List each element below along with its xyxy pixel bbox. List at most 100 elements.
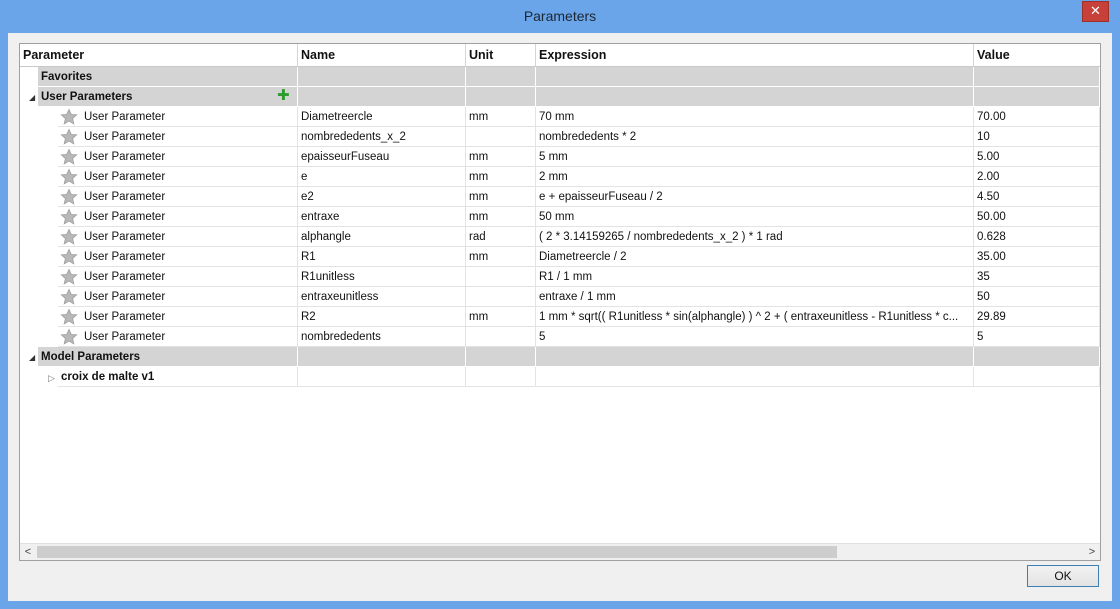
parameter-value: 5.00 xyxy=(974,147,1100,167)
parameter-value: 35 xyxy=(974,267,1100,287)
parameter-name[interactable]: R1 xyxy=(298,247,466,267)
parameter-unit[interactable]: mm xyxy=(466,187,536,207)
parameter-name[interactable]: Diametreercle xyxy=(298,107,466,127)
parameter-value: 70.00 xyxy=(974,107,1100,127)
expand-triangle-icon[interactable]: ▷ xyxy=(48,368,55,388)
parameter-name[interactable]: nombrededents xyxy=(298,327,466,347)
parameter-unit[interactable] xyxy=(466,267,536,287)
parameter-unit[interactable] xyxy=(466,127,536,147)
star-icon[interactable] xyxy=(60,268,78,286)
parameter-type: User Parameter xyxy=(84,211,166,223)
table-row[interactable]: User Parameter alphangle rad( 2 * 3.141592… xyxy=(20,227,1100,247)
star-icon[interactable] xyxy=(60,288,78,306)
parameter-expression[interactable]: 70 mm xyxy=(536,107,974,127)
parameter-unit[interactable]: mm xyxy=(466,207,536,227)
parameter-name[interactable]: alphangle xyxy=(298,227,466,247)
table-row[interactable]: User Parameter Diametreercle mm 70 mm 70.00 xyxy=(20,107,1100,127)
parameter-expression[interactable]: entraxe / 1 mm xyxy=(536,287,974,307)
table-row[interactable]: User Parameter nombrededents_x_2 nombreded… xyxy=(20,127,1100,147)
group-label-favorites: Favorites xyxy=(38,67,298,87)
table-row[interactable]: User Parameter R2 mm 1 mm * sqrt(( R1unitle… xyxy=(20,307,1100,327)
star-icon[interactable] xyxy=(60,328,78,346)
parameter-expression[interactable]: 5 mm xyxy=(536,147,974,167)
star-icon[interactable] xyxy=(60,308,78,326)
parameter-name[interactable]: e2 xyxy=(298,187,466,207)
parameter-expression[interactable]: nombrededents * 2 xyxy=(536,127,974,147)
parameter-name[interactable]: entraxe xyxy=(298,207,466,227)
ok-button[interactable]: OK xyxy=(1027,565,1099,587)
column-header-parameter[interactable]: Parameter xyxy=(20,44,298,66)
table-row[interactable]: User Parameter R1 mm Diametreercle / 2 35.00 xyxy=(20,247,1100,267)
parameter-name[interactable]: R1unitless xyxy=(298,267,466,287)
close-button[interactable]: ✕ xyxy=(1082,1,1109,22)
parameter-expression[interactable]: R1 / 1 mm xyxy=(536,267,974,287)
close-icon: ✕ xyxy=(1090,3,1101,18)
table-row[interactable]: User Parameter e2 mm e + epaisseurFuseau / … xyxy=(20,187,1100,207)
parameter-unit[interactable] xyxy=(466,287,536,307)
star-icon[interactable] xyxy=(60,228,78,246)
scrollbar-thumb[interactable] xyxy=(37,546,837,558)
table-row[interactable]: User Parameter R1unitless R1 / 1 mm 35 xyxy=(20,267,1100,287)
parameter-unit[interactable]: mm xyxy=(466,167,536,187)
parameter-expression[interactable]: 2 mm xyxy=(536,167,974,187)
collapse-triangle-icon[interactable]: ◢ xyxy=(29,348,35,368)
parameters-table: Parameter Name Unit Expression Value Fav… xyxy=(19,43,1101,561)
parameter-unit[interactable]: rad xyxy=(466,227,536,247)
dialog-body: Parameter Name Unit Expression Value Fav… xyxy=(8,33,1112,601)
add-parameter-icon[interactable]: ✚ xyxy=(277,87,290,105)
parameter-unit[interactable]: mm xyxy=(466,147,536,167)
parameter-type: User Parameter xyxy=(84,291,166,303)
star-icon[interactable] xyxy=(60,248,78,266)
parameter-type: User Parameter xyxy=(84,231,166,243)
scroll-right-icon[interactable]: > xyxy=(1084,544,1100,560)
group-row-favorites[interactable]: Favorites xyxy=(20,67,1100,87)
parameter-name[interactable]: e xyxy=(298,167,466,187)
column-header-name[interactable]: Name xyxy=(298,44,466,66)
parameter-unit[interactable]: mm xyxy=(466,107,536,127)
parameter-type: User Parameter xyxy=(84,271,166,283)
model-item-row[interactable]: ▷ croix de malte v1 xyxy=(20,367,1100,387)
parameter-value: 50 xyxy=(974,287,1100,307)
parameter-type: User Parameter xyxy=(84,131,166,143)
column-header-expression[interactable]: Expression xyxy=(536,44,974,66)
table-row[interactable]: User Parameter entraxe mm 50 mm 50.00 xyxy=(20,207,1100,227)
parameter-type: User Parameter xyxy=(84,311,166,323)
parameter-type: User Parameter xyxy=(84,111,166,123)
parameter-expression[interactable]: Diametreercle / 2 xyxy=(536,247,974,267)
collapse-triangle-icon[interactable]: ◢ xyxy=(29,88,35,108)
scroll-left-icon[interactable]: < xyxy=(20,544,36,560)
column-header-value[interactable]: Value xyxy=(974,44,1100,66)
parameter-expression[interactable]: 1 mm * sqrt(( R1unitless * sin(alphangle… xyxy=(536,307,974,327)
star-icon[interactable] xyxy=(60,168,78,186)
title-bar[interactable]: Parameters ✕ xyxy=(0,0,1120,33)
parameter-unit[interactable] xyxy=(466,327,536,347)
parameter-type: User Parameter xyxy=(84,171,166,183)
parameter-name[interactable]: R2 xyxy=(298,307,466,327)
table-row[interactable]: User Parameter epaisseurFuseau mm 5 mm 5.00 xyxy=(20,147,1100,167)
table-row[interactable]: User Parameter e mm 2 mm 2.00 xyxy=(20,167,1100,187)
table-row[interactable]: User Parameter nombrededents 5 5 xyxy=(20,327,1100,347)
group-row-model-parameters[interactable]: ◢ Model Parameters xyxy=(20,347,1100,367)
column-header-unit[interactable]: Unit xyxy=(466,44,536,66)
parameter-expression[interactable]: e + epaisseurFuseau / 2 xyxy=(536,187,974,207)
parameter-name[interactable]: entraxeunitless xyxy=(298,287,466,307)
star-icon[interactable] xyxy=(60,188,78,206)
parameter-expression[interactable]: 50 mm xyxy=(536,207,974,227)
user-parameter-rows: User Parameter Diametreercle mm 70 mm 70.00 U… xyxy=(20,107,1100,347)
horizontal-scrollbar[interactable]: < > xyxy=(20,543,1100,560)
table-row[interactable]: User Parameter entraxeunitless entraxe / 1… xyxy=(20,287,1100,307)
star-icon[interactable] xyxy=(60,148,78,166)
parameter-unit[interactable]: mm xyxy=(466,247,536,267)
star-icon[interactable] xyxy=(60,108,78,126)
star-icon[interactable] xyxy=(60,208,78,226)
group-label-user-parameters: User Parameters xyxy=(38,87,298,107)
parameter-name[interactable]: nombrededents_x_2 xyxy=(298,127,466,147)
star-icon[interactable] xyxy=(60,128,78,146)
parameter-type: User Parameter xyxy=(84,151,166,163)
parameter-expression[interactable]: 5 xyxy=(536,327,974,347)
group-row-user-parameters[interactable]: ◢ User Parameters ✚ xyxy=(20,87,1100,107)
parameter-unit[interactable]: mm xyxy=(466,307,536,327)
parameter-name[interactable]: epaisseurFuseau xyxy=(298,147,466,167)
parameter-expression[interactable]: ( 2 * 3.14159265 / nombrededents_x_2 ) *… xyxy=(536,227,974,247)
parameter-value: 4.50 xyxy=(974,187,1100,207)
